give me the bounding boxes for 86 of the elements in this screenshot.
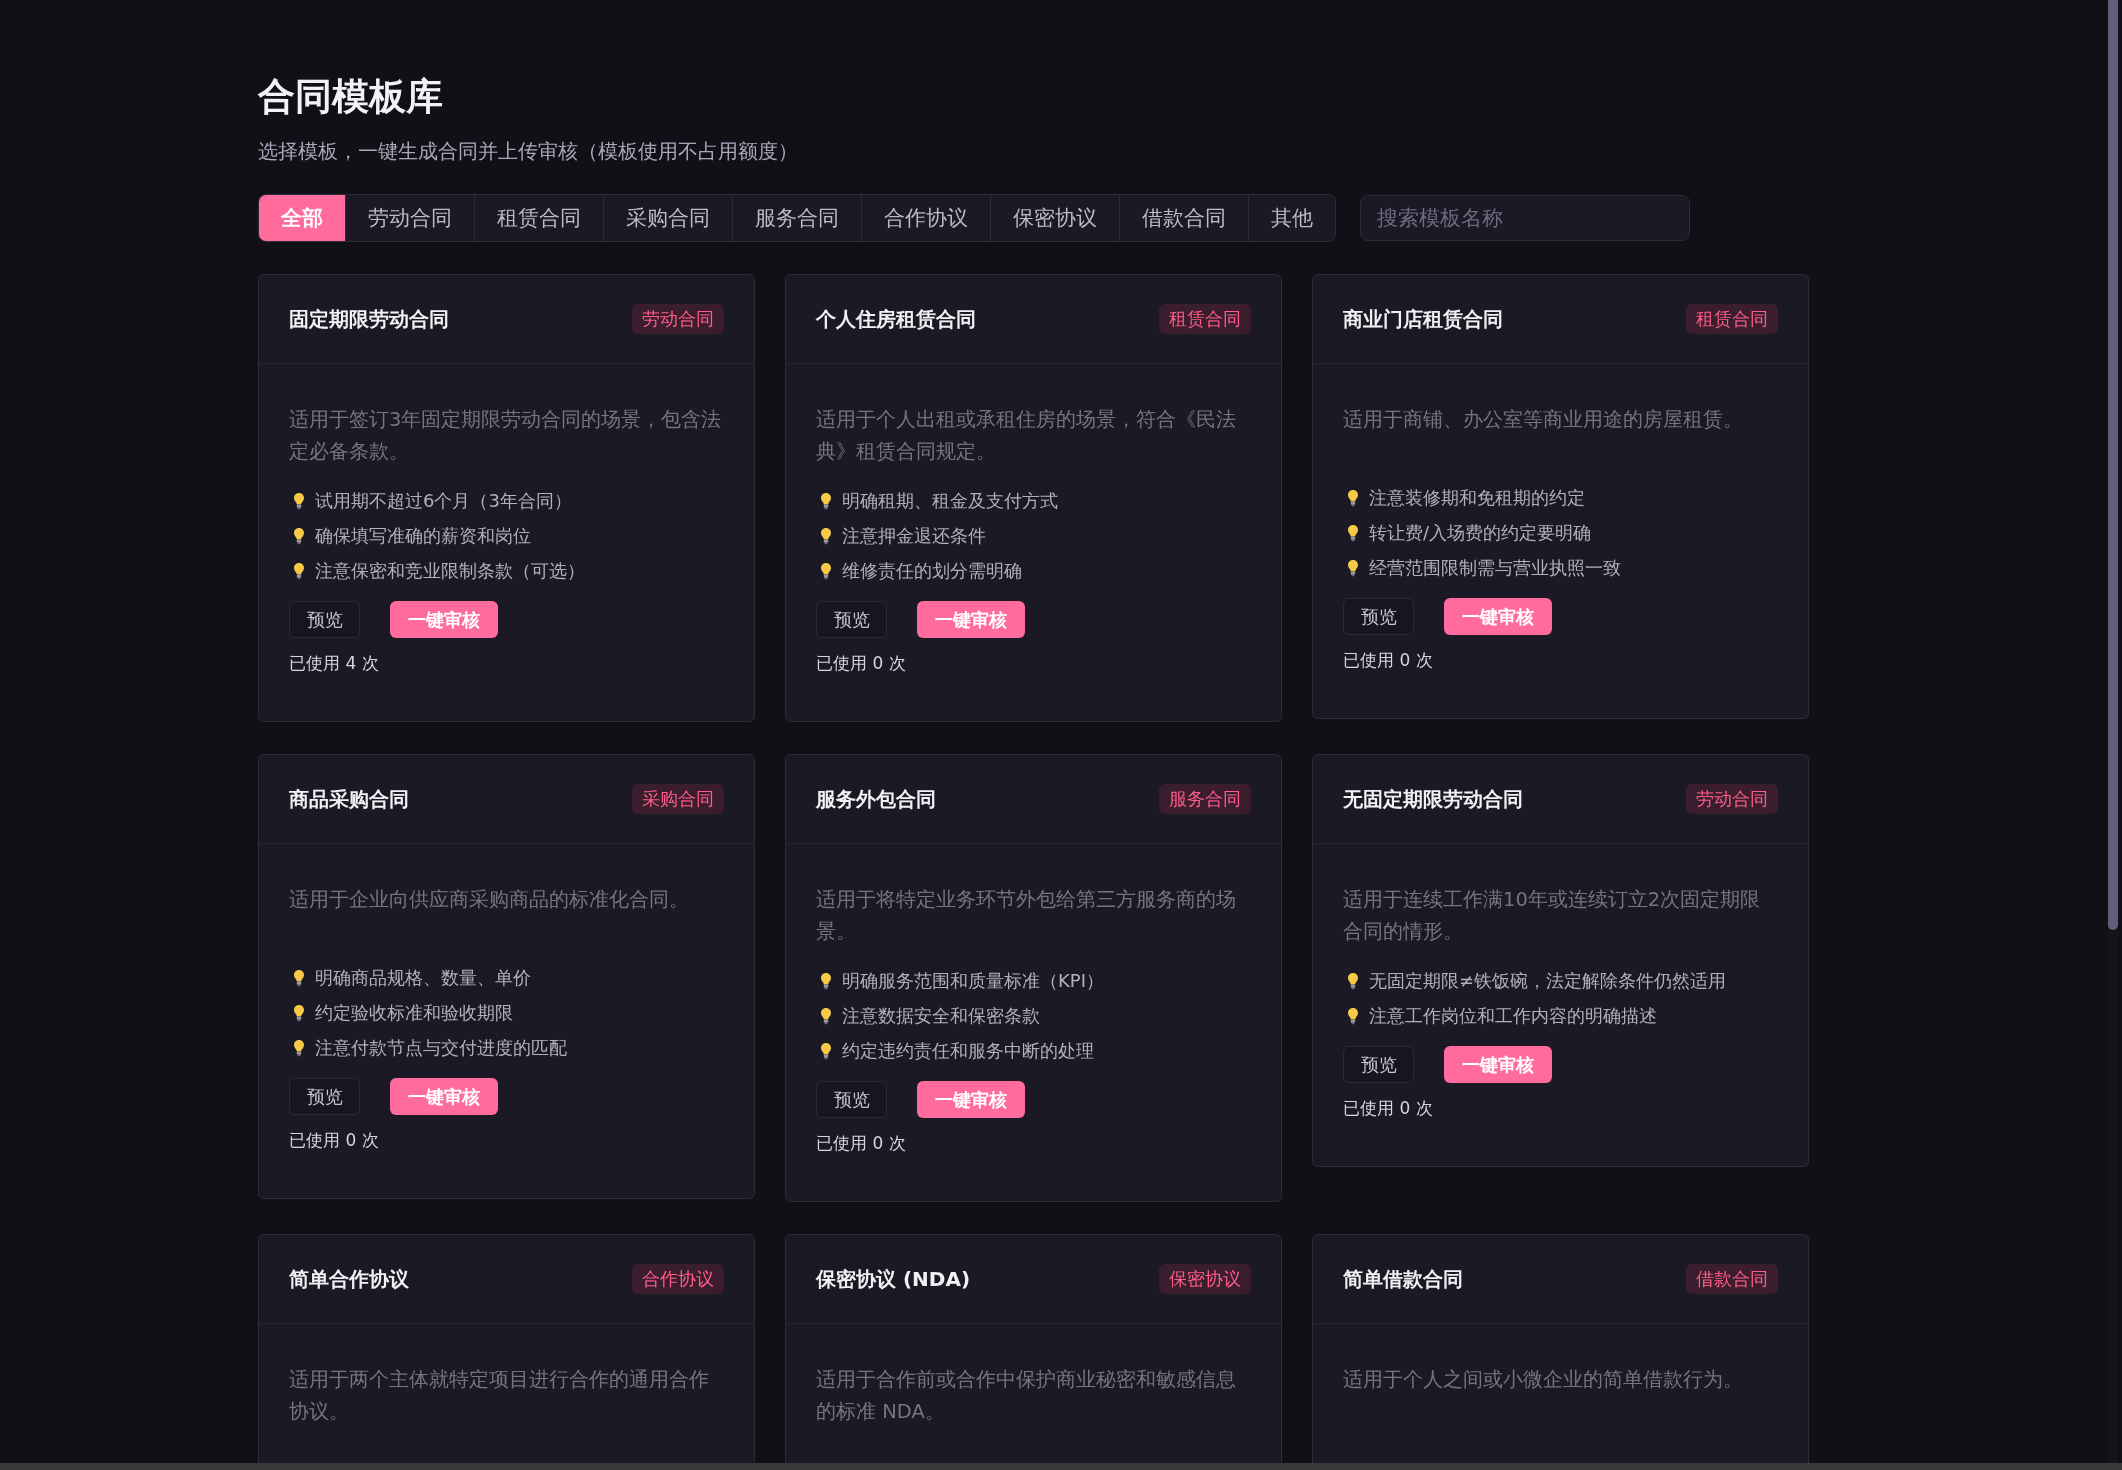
usage-count: 已使用 4 次 (289, 652, 380, 675)
preview-button[interactable]: 预览 (1343, 598, 1414, 635)
usage-count: 已使用 0 次 (1343, 649, 1434, 672)
lightbulb-icon (1347, 488, 1359, 507)
page-subtitle: 选择模板，一键生成合同并上传审核（模板使用不占用额度） (258, 138, 799, 165)
template-description: 适用于合作前或合作中保护商业秘密和敏感信息的标准 NDA。 (816, 1367, 1237, 1425)
template-description: 适用于连续工作满10年或连续订立2次固定期限合同的情形。 (1343, 887, 1762, 945)
preview-button[interactable]: 预览 (816, 1081, 887, 1118)
lightbulb-icon (293, 491, 305, 510)
preview-button[interactable]: 预览 (1343, 1046, 1414, 1083)
category-tab[interactable]: 保密协议 (990, 195, 1119, 241)
category-tab[interactable]: 借款合同 (1119, 195, 1248, 241)
template-title: 保密协议 (NDA) (816, 1265, 971, 1293)
preview-button[interactable]: 预览 (289, 601, 360, 638)
lightbulb-icon (1347, 523, 1359, 542)
lightbulb-icon (293, 968, 305, 987)
tip-text: 经营范围限制需与营业执照一致 (1369, 555, 1621, 580)
lightbulb-icon (293, 1003, 305, 1022)
page-title: 合同模板库 (258, 75, 444, 119)
category-tab[interactable]: 其他 (1248, 195, 1335, 241)
template-title: 简单借款合同 (1343, 1265, 1463, 1293)
category-tag: 采购合同 (632, 784, 724, 814)
category-tag: 借款合同 (1686, 1264, 1778, 1294)
category-tag: 劳动合同 (1686, 784, 1778, 814)
tip-text: 注意付款节点与交付进度的匹配 (315, 1035, 567, 1060)
template-title: 商品采购合同 (289, 785, 409, 813)
category-tab[interactable]: 合作协议 (861, 195, 990, 241)
category-tag: 合作协议 (632, 1264, 724, 1294)
template-description: 适用于个人出租或承租住房的场景，符合《民法典》租赁合同规定。 (816, 407, 1237, 465)
category-tab[interactable]: 租赁合同 (474, 195, 603, 241)
lightbulb-icon (820, 561, 832, 580)
lightbulb-icon (293, 1038, 305, 1057)
template-description: 适用于企业向供应商采购商品的标准化合同。 (289, 887, 690, 913)
preview-button[interactable]: 预览 (289, 1078, 360, 1115)
template-description: 适用于签订3年固定期限劳动合同的场景，包含法定必备条款。 (289, 407, 723, 465)
tip-text: 明确服务范围和质量标准（KPI） (842, 968, 1104, 993)
category-tag: 保密协议 (1159, 1264, 1251, 1294)
scrollbar-thumb[interactable] (2108, 0, 2118, 930)
lightbulb-icon (820, 1041, 832, 1060)
lightbulb-icon (1347, 558, 1359, 577)
usage-count: 已使用 0 次 (289, 1129, 380, 1152)
tip-text: 注意押金退还条件 (842, 523, 986, 548)
tip-text: 确保填写准确的薪资和岗位 (315, 523, 531, 548)
template-title: 商业门店租赁合同 (1343, 305, 1503, 333)
tip-text: 约定违约责任和服务中断的处理 (842, 1038, 1094, 1063)
tip-text: 注意保密和竞业限制条款（可选） (315, 558, 585, 583)
tip-text: 维修责任的划分需明确 (842, 558, 1022, 583)
tip-text: 注意数据安全和保密条款 (842, 1003, 1040, 1028)
tip-text: 转让费/入场费的约定要明确 (1369, 520, 1592, 545)
lightbulb-icon (820, 1006, 832, 1025)
usage-count: 已使用 0 次 (816, 652, 907, 675)
template-title: 个人住房租赁合同 (816, 305, 976, 333)
search-field[interactable]: 搜索模板名称 (1360, 195, 1690, 241)
tip-text: 注意工作岗位和工作内容的明确描述 (1369, 1003, 1657, 1028)
tip-text: 约定验收标准和验收期限 (315, 1000, 513, 1025)
scrollbar[interactable] (2108, 0, 2118, 1463)
lightbulb-icon (820, 491, 832, 510)
lightbulb-icon (820, 526, 832, 545)
tip-text: 注意装修期和免租期的约定 (1369, 485, 1585, 510)
template-title: 固定期限劳动合同 (289, 305, 449, 333)
category-tab[interactable]: 采购合同 (603, 195, 732, 241)
category-tab[interactable]: 劳动合同 (345, 195, 474, 241)
tip-text: 无固定期限≠铁饭碗，法定解除条件仍然适用 (1369, 968, 1727, 993)
lightbulb-icon (1347, 971, 1359, 990)
category-tag: 服务合同 (1159, 784, 1251, 814)
category-tag: 租赁合同 (1686, 304, 1778, 334)
template-title: 简单合作协议 (289, 1265, 409, 1293)
template-title: 服务外包合同 (816, 785, 936, 813)
tip-text: 明确租期、租金及支付方式 (842, 488, 1058, 513)
template-description: 适用于两个主体就特定项目进行合作的通用合作协议。 (289, 1367, 710, 1425)
lightbulb-icon (1347, 1006, 1359, 1025)
preview-button[interactable]: 预览 (816, 601, 887, 638)
lightbulb-icon (293, 561, 305, 580)
template-description: 适用于商铺、办公室等商业用途的房屋租赁。 (1343, 407, 1744, 433)
template-title: 无固定期限劳动合同 (1343, 785, 1523, 813)
lightbulb-icon (293, 526, 305, 545)
template-description: 适用于将特定业务环节外包给第三方服务商的场景。 (816, 887, 1237, 945)
lightbulb-icon (820, 971, 832, 990)
usage-count: 已使用 0 次 (816, 1132, 907, 1155)
template-description: 适用于个人之间或小微企业的简单借款行为。 (1343, 1367, 1744, 1393)
usage-count: 已使用 0 次 (1343, 1097, 1434, 1120)
tip-text: 试用期不超过6个月（3年合同） (315, 488, 572, 513)
category-tab[interactable]: 服务合同 (732, 195, 861, 241)
category-tag: 劳动合同 (632, 304, 724, 334)
category-tag: 租赁合同 (1159, 304, 1251, 334)
tip-text: 明确商品规格、数量、单价 (315, 965, 531, 990)
